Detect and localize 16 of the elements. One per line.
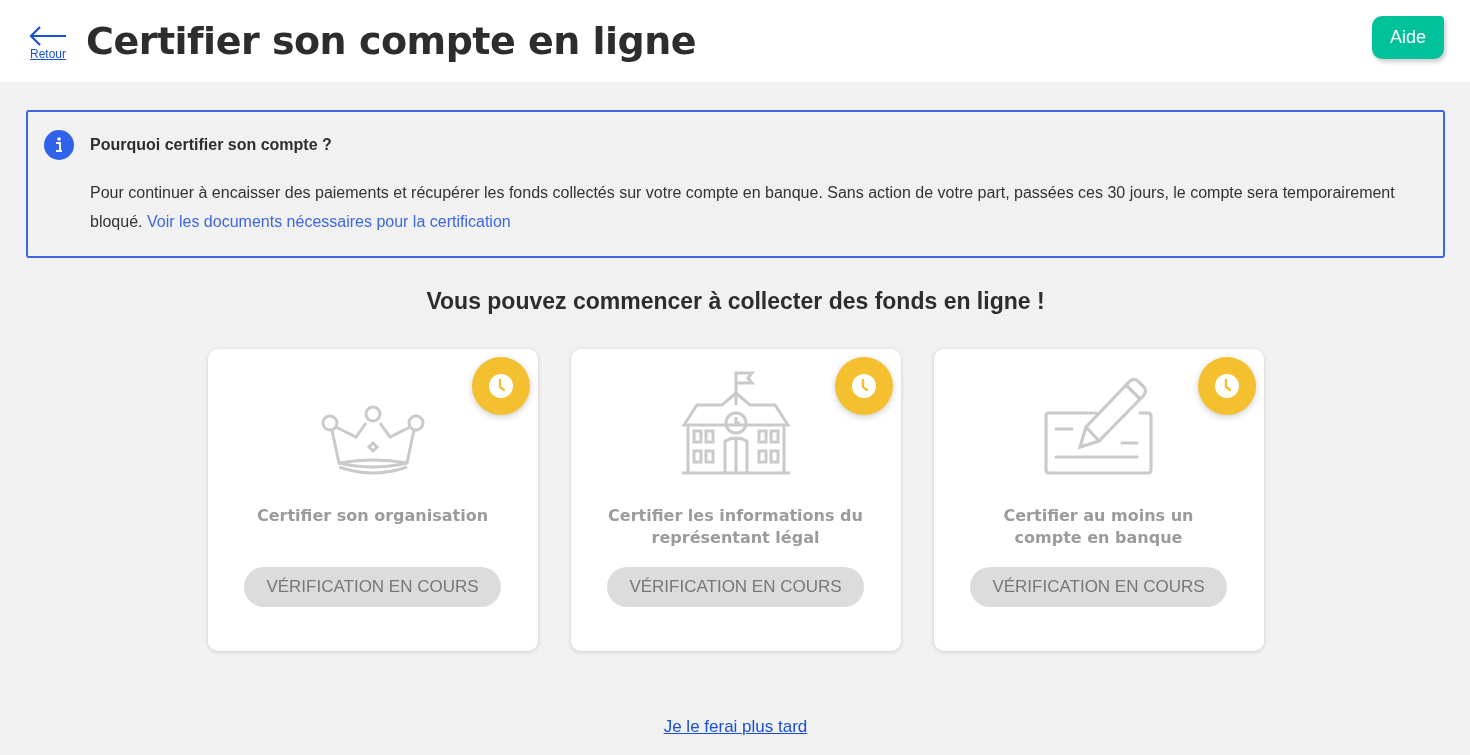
documents-link[interactable]: Voir les documents nécessaires pour la certification xyxy=(146,213,511,230)
school-building-icon xyxy=(679,371,792,475)
info-text: Pour continuer à encaisser des paiements et récupérer les fonds collectés sur votre compte en banque. Sans action de votre part, passées ces 30 jours, le compte sera temporairement bloqué. Voir les documents nécessaires pour la certification xyxy=(90,183,1396,232)
help-button[interactable]: Aide xyxy=(1371,15,1444,59)
back-link[interactable]: Retour xyxy=(28,25,68,61)
crown-icon xyxy=(319,405,426,475)
card-title: Certifier son organisation xyxy=(256,505,489,527)
card-title: Certifier au moins un compte en banque xyxy=(1002,505,1195,549)
cheque-pen-icon xyxy=(1043,377,1154,475)
page-title: Certifier son compte en ligne xyxy=(86,19,698,63)
info-icon xyxy=(44,130,74,160)
card-title: Certifier les informations du représentant légal xyxy=(607,505,864,549)
section-heading: Vous pouvez commencer à collecter des fonds en ligne ! xyxy=(425,288,1046,315)
later-link[interactable]: Je le ferai plus tard xyxy=(663,717,808,737)
back-arrow-icon xyxy=(28,25,68,47)
info-title: Pourquoi certifier son compte ? xyxy=(90,136,333,154)
